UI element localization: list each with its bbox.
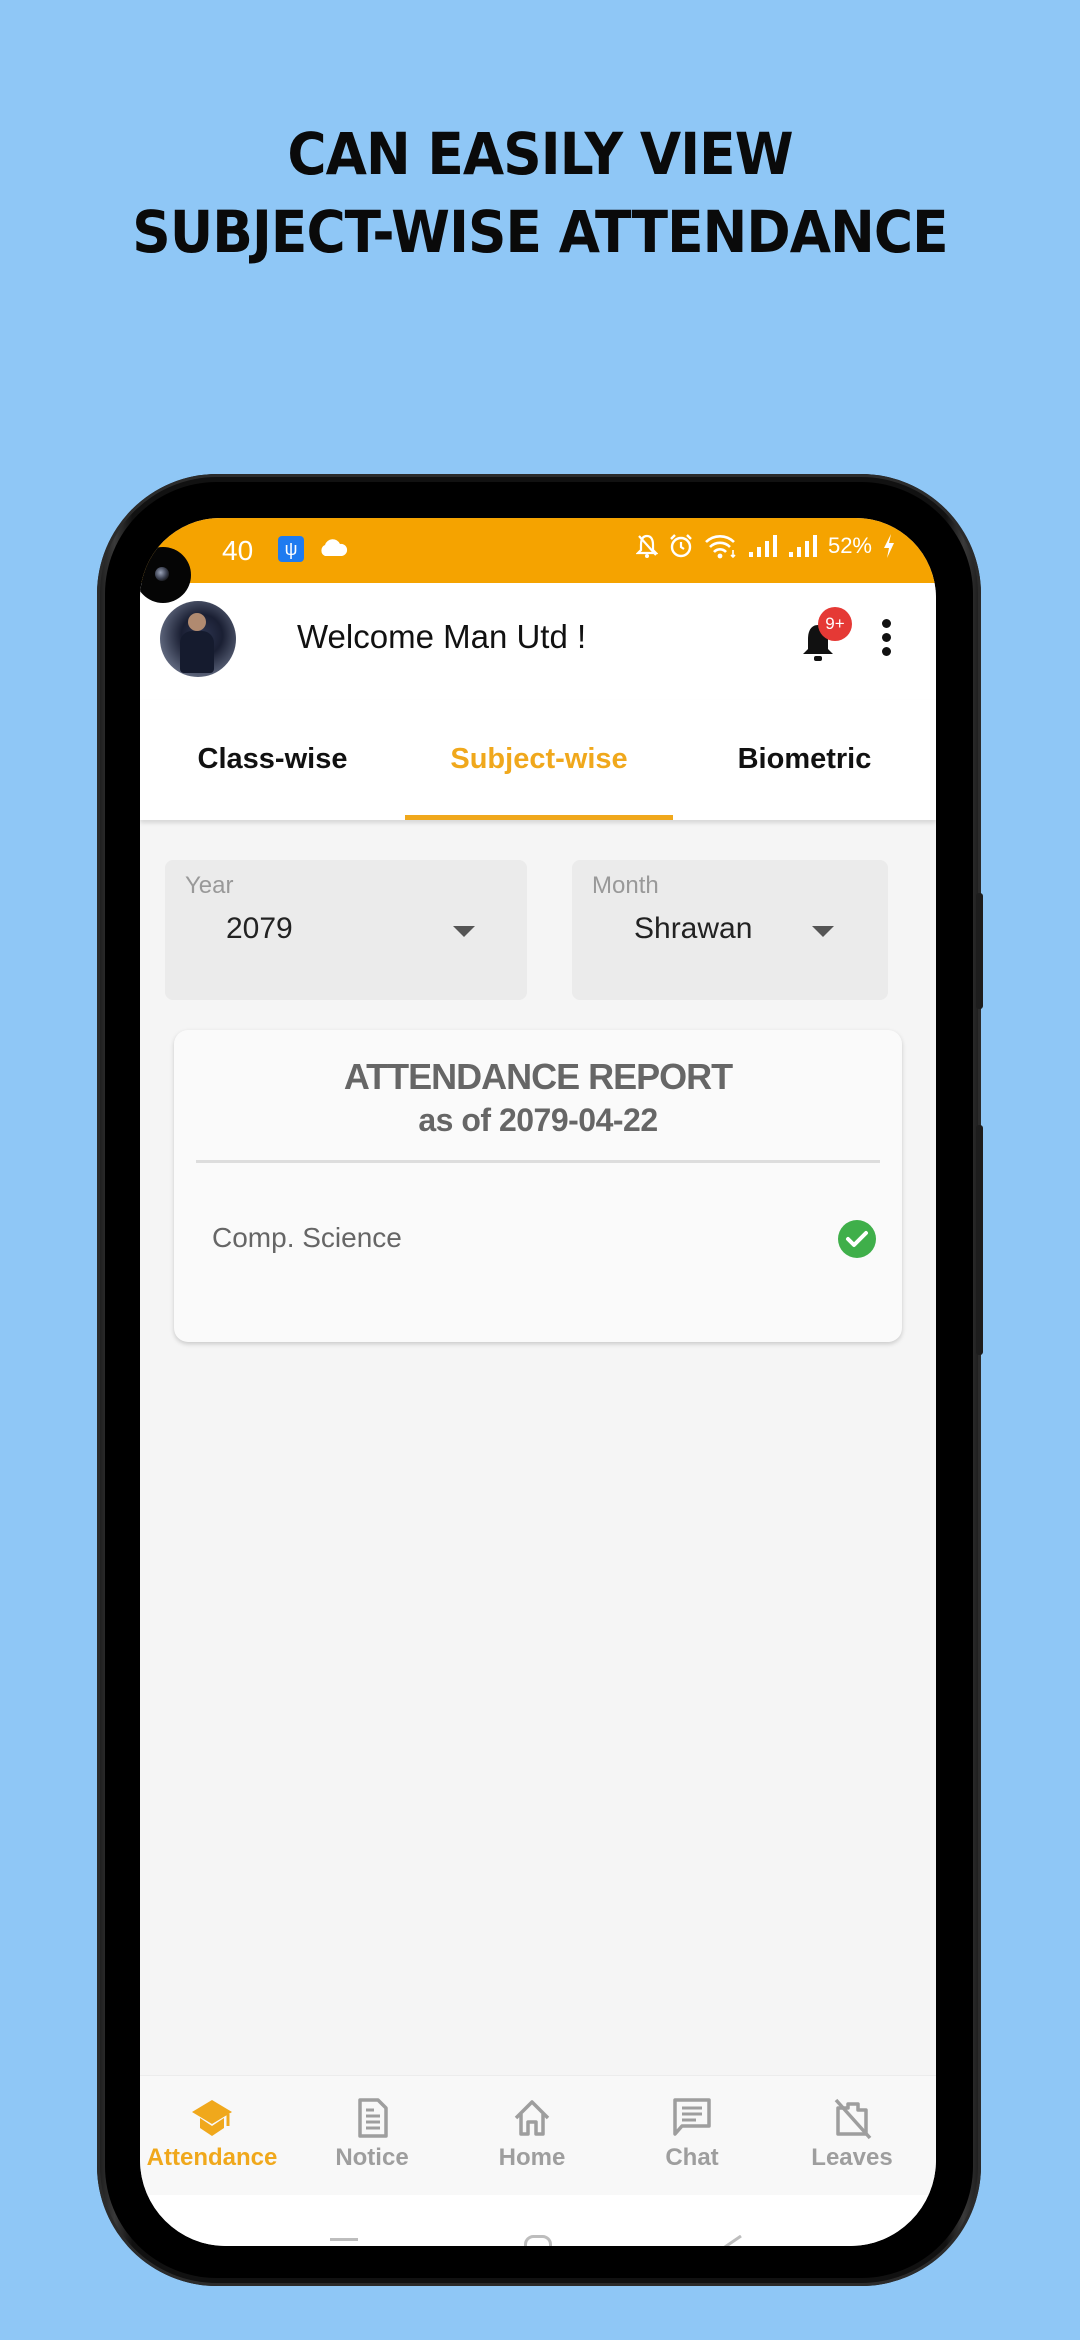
nav-home[interactable]: Home bbox=[452, 2096, 612, 2172]
welcome-text: Welcome Man Utd ! bbox=[297, 618, 587, 655]
active-tab-indicator bbox=[405, 815, 673, 820]
phone-screen: 40 ψ 52% Welcome Man Utd ! 9+ Class-wise… bbox=[140, 518, 936, 2246]
wifi-icon bbox=[705, 535, 736, 559]
usb-icon: ψ bbox=[278, 536, 304, 562]
mute-icon bbox=[635, 534, 658, 558]
home-circle-icon bbox=[524, 2235, 552, 2246]
charging-icon bbox=[884, 534, 894, 558]
headline-line-1: CAN EASILY VIEW bbox=[287, 120, 793, 188]
volume-button bbox=[976, 893, 983, 1009]
home-icon bbox=[514, 2100, 550, 2136]
power-button bbox=[976, 1125, 983, 1355]
month-label: Month bbox=[592, 872, 659, 899]
home-system-button[interactable] bbox=[524, 2235, 552, 2246]
month-dropdown[interactable]: Month Shrawan bbox=[572, 860, 888, 1000]
system-navigation-bar bbox=[140, 2195, 936, 2246]
year-label: Year bbox=[185, 872, 234, 899]
chevron-down-icon bbox=[812, 926, 834, 937]
subject-row[interactable]: Comp. Science bbox=[174, 1210, 902, 1280]
status-time: 40 bbox=[222, 535, 254, 566]
signal-icon bbox=[748, 535, 777, 557]
kebab-dot bbox=[882, 633, 891, 642]
headline-line-2: SUBJECT-WISE ATTENDANCE bbox=[132, 198, 948, 266]
year-value: 2079 bbox=[226, 912, 293, 945]
report-title: ATTENDANCE REPORT bbox=[343, 1056, 733, 1097]
divider bbox=[196, 1160, 880, 1163]
kebab-dot bbox=[882, 619, 891, 628]
avatar[interactable] bbox=[160, 601, 236, 677]
nav-label: Notice bbox=[335, 2144, 409, 2171]
report-date: as of 2079-04-22 bbox=[418, 1102, 658, 1138]
tab-biometric[interactable]: Biometric bbox=[673, 743, 936, 776]
recents-icon bbox=[330, 2238, 358, 2241]
tab-bar: Class-wise Subject-wise Biometric bbox=[140, 700, 936, 820]
nav-notice[interactable]: Notice bbox=[292, 2096, 452, 2172]
cloud-icon bbox=[318, 534, 348, 565]
month-value: Shrawan bbox=[634, 912, 753, 945]
notification-badge: 9+ bbox=[818, 607, 852, 641]
nav-label: Leaves bbox=[811, 2144, 893, 2171]
chevron-down-icon bbox=[453, 926, 475, 937]
tab-class-wise[interactable]: Class-wise bbox=[140, 743, 405, 776]
check-circle-icon bbox=[838, 1220, 876, 1258]
nav-leaves[interactable]: Leaves bbox=[772, 2096, 932, 2172]
alarm-icon bbox=[670, 534, 692, 558]
status-icons: 52% bbox=[635, 533, 896, 559]
tab-subject-wise[interactable]: Subject-wise bbox=[405, 743, 673, 776]
app-header: Welcome Man Utd ! 9+ bbox=[140, 583, 936, 700]
bottom-navigation: Attendance Notice Home Chat Leaves bbox=[140, 2075, 936, 2196]
recents-button[interactable] bbox=[330, 2235, 358, 2246]
back-button[interactable] bbox=[715, 2234, 743, 2246]
nav-label: Attendance bbox=[146, 2144, 278, 2171]
nav-chat[interactable]: Chat bbox=[612, 2096, 772, 2172]
year-dropdown[interactable]: Year 2079 bbox=[165, 860, 527, 1000]
nav-label: Home bbox=[498, 2144, 566, 2171]
back-icon bbox=[723, 2234, 742, 2246]
graduation-cap-icon bbox=[192, 2100, 232, 2136]
promo-headline: CAN EASILY VIEW SUBJECT-WISE ATTENDANCE bbox=[43, 115, 1037, 271]
more-options-button[interactable] bbox=[882, 619, 892, 661]
battery-percentage: 52% bbox=[827, 533, 872, 558]
kebab-dot bbox=[882, 647, 891, 656]
attendance-report-card: ATTENDANCE REPORT as of 2079-04-22 Comp.… bbox=[174, 1030, 902, 1342]
subject-name: Comp. Science bbox=[212, 1222, 402, 1253]
document-icon bbox=[358, 2098, 388, 2138]
chat-icon bbox=[673, 2098, 711, 2136]
nav-label: Chat bbox=[665, 2144, 719, 2171]
status-bar: 40 ψ 52% bbox=[140, 518, 936, 603]
nav-attendance[interactable]: Attendance bbox=[140, 2096, 292, 2172]
signal-icon bbox=[788, 535, 817, 557]
leaves-off-icon bbox=[834, 2098, 872, 2140]
